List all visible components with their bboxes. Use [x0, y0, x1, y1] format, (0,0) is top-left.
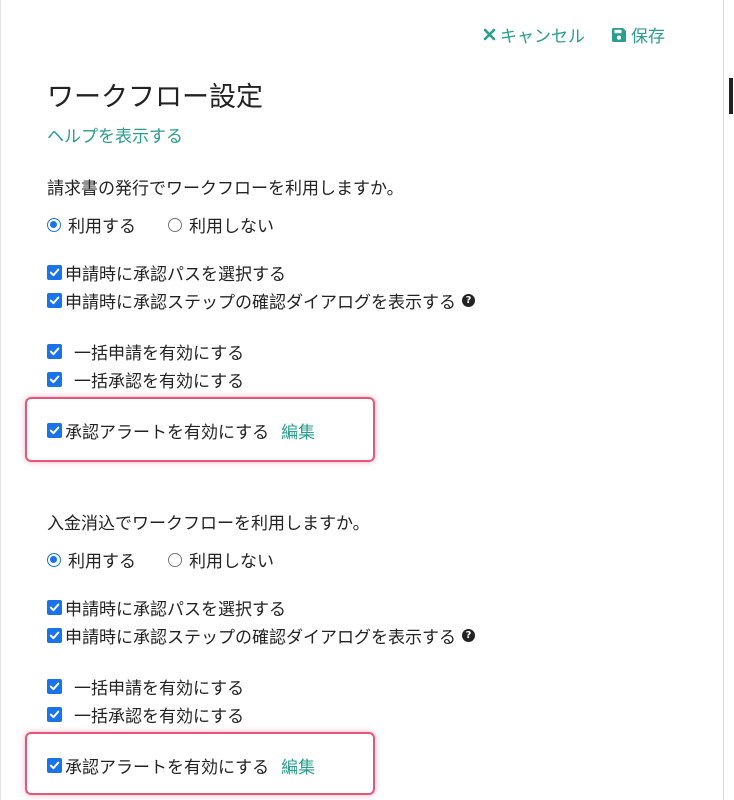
option-bulk-apply[interactable]: 一括申請を有効にする: [47, 674, 244, 699]
workflow-question: 請求書の発行でワークフローを利用しますか。: [47, 179, 404, 199]
workflow-radio-group: 利用する 利用しない: [47, 212, 306, 237]
radio-button-selected[interactable]: [47, 217, 61, 232]
highlight-box: [25, 397, 375, 462]
highlight-box: [25, 732, 375, 795]
radio-not-use[interactable]: 利用しない: [168, 212, 274, 237]
scrollbar-thumb[interactable]: [729, 78, 733, 114]
checkbox-bulk-apply[interactable]: [47, 344, 62, 359]
help-link[interactable]: ヘルプを表示する: [47, 122, 183, 147]
checkbox-bulk-apply[interactable]: [47, 679, 62, 694]
option-label: 一括承認を有効にする: [74, 372, 245, 392]
radio-button-selected[interactable]: [47, 552, 61, 567]
radio-button[interactable]: [168, 552, 182, 567]
question-circle-icon[interactable]: ?: [462, 629, 475, 642]
checkbox-confirm-dialog[interactable]: [47, 293, 62, 308]
option-confirm-dialog[interactable]: 申請時に承認ステップの確認ダイアログを表示する ?: [47, 623, 475, 648]
question-circle-icon[interactable]: ?: [462, 294, 475, 307]
cancel-label: キャンセル: [500, 27, 585, 47]
checkbox-bulk-approve[interactable]: [47, 372, 62, 387]
checkbox-bulk-approve[interactable]: [47, 707, 62, 722]
checkbox-select-path[interactable]: [47, 600, 62, 615]
option-select-path[interactable]: 申請時に承認パスを選択する: [47, 260, 286, 285]
option-label: 一括申請を有効にする: [74, 679, 245, 699]
radio-button[interactable]: [168, 217, 182, 232]
option-confirm-dialog[interactable]: 申請時に承認ステップの確認ダイアログを表示する ?: [47, 288, 475, 313]
radio-use-label: 利用する: [68, 552, 136, 572]
option-select-path[interactable]: 申請時に承認パスを選択する: [47, 595, 286, 620]
save-label: 保存: [631, 27, 665, 47]
option-bulk-approve[interactable]: 一括承認を有効にする: [47, 702, 244, 727]
checkbox-confirm-dialog[interactable]: [47, 628, 62, 643]
radio-use[interactable]: 利用する: [47, 547, 136, 572]
radio-not-use[interactable]: 利用しない: [168, 547, 274, 572]
radio-use-label: 利用する: [68, 217, 136, 237]
radio-use[interactable]: 利用する: [47, 212, 136, 237]
toolbar: キャンセル 保存: [483, 22, 665, 47]
option-bulk-approve[interactable]: 一括承認を有効にする: [47, 367, 244, 392]
cancel-button[interactable]: キャンセル: [483, 22, 585, 47]
option-label: 申請時に承認ステップの確認ダイアログを表示する: [65, 628, 456, 648]
radio-not-use-label: 利用しない: [189, 217, 274, 237]
radio-not-use-label: 利用しない: [189, 552, 274, 572]
option-label: 申請時に承認パスを選択する: [65, 265, 286, 285]
workflow-radio-group: 利用する 利用しない: [47, 547, 306, 572]
checkbox-select-path[interactable]: [47, 265, 62, 280]
option-bulk-apply[interactable]: 一括申請を有効にする: [47, 339, 244, 364]
option-label: 一括申請を有効にする: [74, 344, 245, 364]
page-title: ワークフロー設定: [47, 82, 263, 113]
close-icon: [483, 28, 496, 41]
option-label: 申請時に承認ステップの確認ダイアログを表示する: [65, 293, 456, 313]
settings-panel: キャンセル 保存 ワークフロー設定 ヘルプを表示する 請求書の発行でワークフロー…: [0, 0, 724, 800]
floppy-disk-icon: [611, 27, 627, 43]
save-button[interactable]: 保存: [611, 22, 665, 47]
workflow-question: 入金消込でワークフローを利用しますか。: [47, 514, 370, 534]
option-label: 申請時に承認パスを選択する: [65, 600, 286, 620]
option-label: 一括承認を有効にする: [74, 707, 245, 727]
